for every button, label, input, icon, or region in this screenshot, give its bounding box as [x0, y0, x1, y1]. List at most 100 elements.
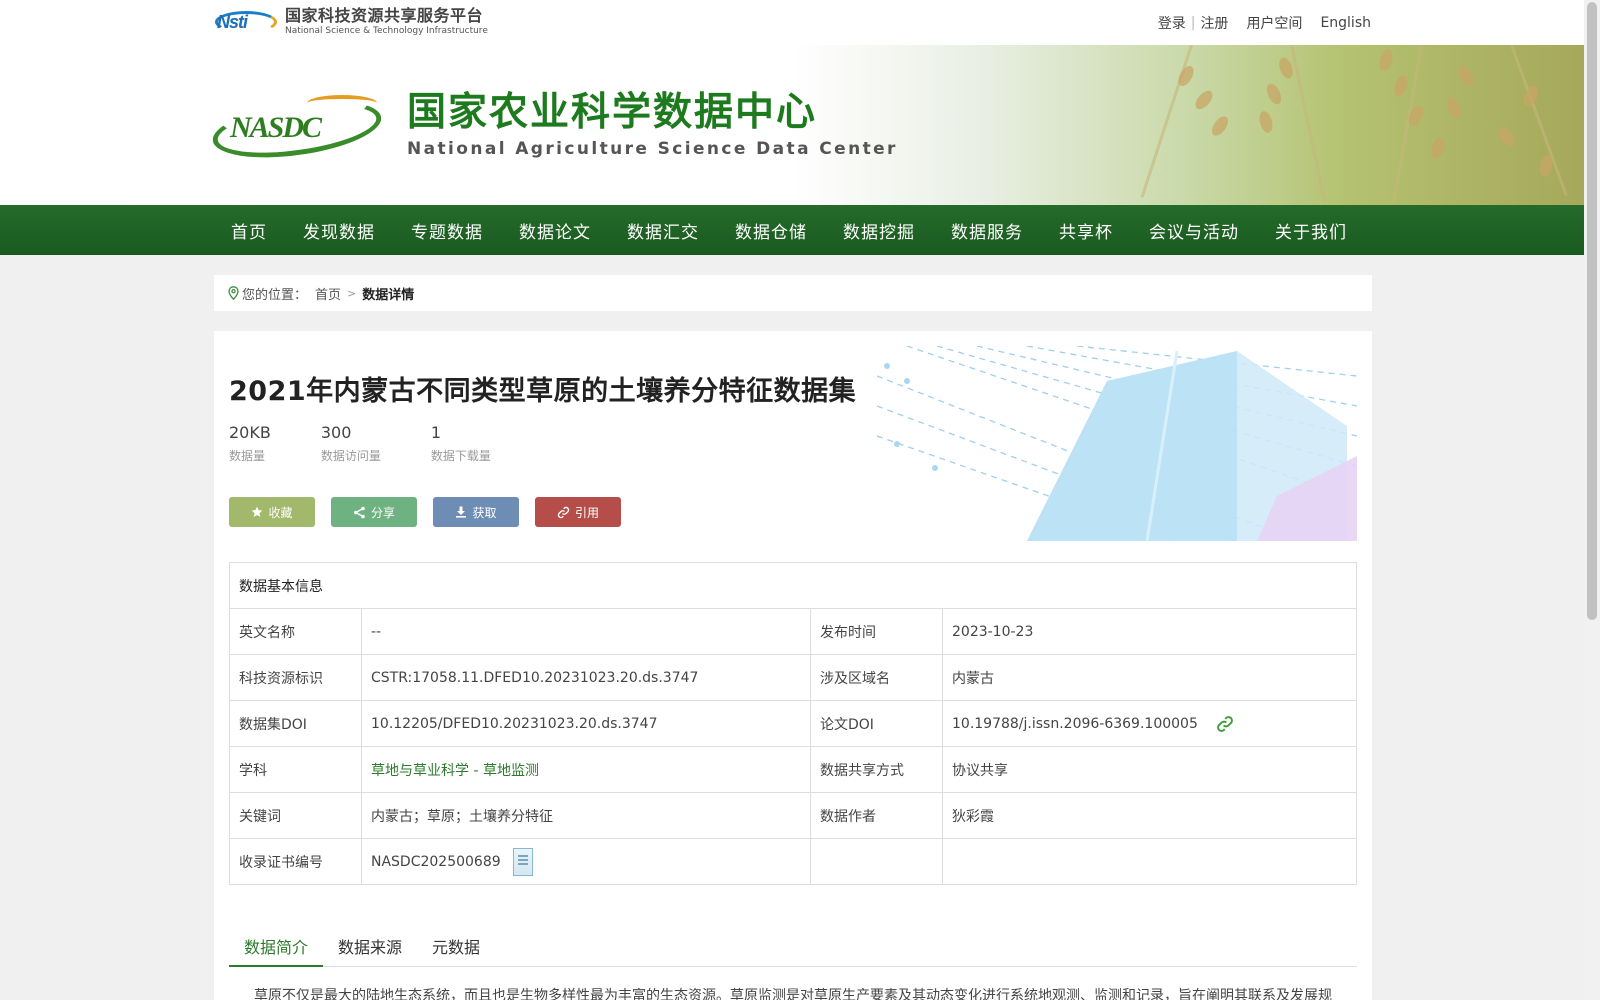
field-label: 涉及区域名 [810, 654, 943, 701]
stat-value: 300 [320, 423, 352, 442]
favorite-button[interactable]: 收藏 [229, 497, 315, 527]
table-row: 科技资源标识 CSTR:17058.11.DFED10.20231023.20.… [229, 654, 1357, 701]
stat-data-size: 20KB 数据量 [229, 423, 271, 464]
nav-item-events[interactable]: 会议与活动 [1131, 218, 1257, 243]
stat-label: 数据量 [229, 449, 266, 463]
table-heading: 数据基本信息 [229, 562, 1357, 609]
center-title-cn: 国家农业科学数据中心 [407, 90, 818, 135]
tab-metadata[interactable]: 元数据 [417, 931, 495, 967]
field-value: 协议共享 [942, 746, 1357, 793]
header-banner: NASDC 国家农业科学数据中心 National Agriculture Sc… [0, 45, 1584, 205]
field-label: 英文名称 [229, 608, 362, 655]
nasdc-logo-text: NASDC [230, 111, 322, 144]
field-value: 狄彩霞 [942, 792, 1357, 839]
field-value [942, 838, 1357, 885]
get-data-button[interactable]: 获取 [433, 497, 519, 527]
nav-item-services[interactable]: 数据服务 [933, 218, 1041, 243]
field-label: 收录证书编号 [229, 838, 362, 885]
nav-item-about[interactable]: 关于我们 [1257, 218, 1365, 243]
cite-label: 引用 [574, 505, 599, 520]
top-links: 登录 | 注册 用户空间 English [1158, 13, 1371, 33]
share-icon [353, 506, 365, 518]
field-value: CSTR:17058.11.DFED10.20231023.20.ds.3747 [361, 654, 811, 701]
certificate-icon[interactable] [513, 847, 534, 876]
table-row: 数据集DOI 10.12205/DFED10.20231023.20.ds.37… [229, 700, 1357, 747]
download-icon [456, 506, 467, 518]
platform-name-cn: 国家科技资源共享服务平台 [285, 6, 484, 25]
nav-item-papers[interactable]: 数据论文 [501, 218, 609, 243]
tab-source[interactable]: 数据来源 [323, 931, 417, 967]
detail-tabs: 数据简介 数据来源 元数据 [229, 931, 1357, 967]
dataset-card: 2021年内蒙古不同类型草原的土壤养分特征数据集 20KB 数据量 300 数据… [214, 331, 1372, 1000]
location-pin-icon [228, 286, 239, 300]
table-row: 收录证书编号 NASDC202500689 [229, 838, 1357, 885]
field-value: 内蒙古；草原；土壤养分特征 [361, 792, 811, 839]
dataset-stats: 20KB 数据量 300 数据访问量 1 数据下载量 [229, 423, 541, 464]
table-row: 学科 草地与草业科学 - 草地监测 数据共享方式 协议共享 [229, 746, 1357, 793]
field-value: 内蒙古 [942, 654, 1357, 701]
user-space-link[interactable]: 用户空间 [1246, 13, 1302, 33]
breadcrumb-home-link[interactable]: 首页 [315, 284, 341, 303]
nasdc-logo[interactable]: NASDC [209, 91, 385, 167]
top-bar: Nsti 国家科技资源共享服务平台 National Science & Tec… [0, 0, 1584, 45]
field-label: 科技资源标识 [229, 654, 362, 701]
stat-value: 1 [430, 423, 442, 442]
link-divider: | [1190, 15, 1196, 31]
certificate-cell: NASDC202500689 [361, 838, 811, 885]
stat-label: 数据下载量 [430, 449, 491, 463]
english-link[interactable]: English [1320, 15, 1371, 31]
stat-downloads: 1 数据下载量 [431, 423, 491, 464]
field-label: 数据共享方式 [810, 746, 943, 793]
nav-item-repository[interactable]: 数据仓储 [717, 218, 825, 243]
tab-summary[interactable]: 数据简介 [229, 931, 324, 967]
field-label: 学科 [229, 746, 362, 793]
nav-item-discover[interactable]: 发现数据 [285, 218, 393, 243]
register-link[interactable]: 注册 [1200, 13, 1228, 33]
table-row: 关键词 内蒙古；草原；土壤养分特征 数据作者 狄彩霞 [229, 792, 1357, 839]
certificate-number: NASDC202500689 [371, 853, 501, 870]
table-header-row: 数据基本信息 [229, 562, 1357, 609]
table-row: 英文名称 -- 发布时间 2023-10-23 [229, 608, 1357, 655]
field-label: 关键词 [229, 792, 362, 839]
paper-doi-cell: 10.19788/j.issn.2096-6369.100005 [942, 700, 1357, 747]
stat-visits: 300 数据访问量 [321, 423, 381, 464]
breadcrumb: 您的位置： 首页 > 数据详情 [214, 275, 1372, 311]
nav-item-cup[interactable]: 共享杯 [1041, 218, 1131, 243]
platform-name-en: National Science & Technology Infrastruc… [285, 26, 488, 36]
subject-cell: 草地与草业科学 - 草地监测 [361, 746, 811, 793]
nav-item-topics[interactable]: 专题数据 [393, 218, 501, 243]
get-data-label: 获取 [472, 505, 497, 520]
dataset-description: 草原不仅是最大的陆地生态系统，而且也是生物多样性最为丰富的生态资源。草原监测是对… [254, 988, 1332, 1000]
external-link-icon[interactable] [1216, 715, 1234, 733]
cite-button[interactable]: 引用 [535, 497, 621, 527]
field-label [810, 838, 943, 885]
field-label: 论文DOI [810, 700, 943, 747]
share-button[interactable]: 分享 [331, 497, 417, 527]
center-title: 国家农业科学数据中心 National Agriculture Science … [407, 90, 898, 159]
paper-doi-value: 10.19788/j.issn.2096-6369.100005 [952, 715, 1198, 732]
field-label: 数据集DOI [229, 700, 362, 747]
subject-link[interactable]: 草地与草业科学 - 草地监测 [371, 763, 539, 779]
link-icon [557, 506, 570, 518]
field-label: 数据作者 [810, 792, 943, 839]
nav-item-home[interactable]: 首页 [213, 218, 285, 243]
center-title-en: National Agriculture Science Data Center [407, 138, 898, 159]
nav-item-mining[interactable]: 数据挖掘 [825, 218, 933, 243]
field-value: 10.12205/DFED10.20231023.20.ds.3747 [361, 700, 811, 747]
chevron-right-icon: > [347, 286, 357, 300]
scrollbar-thumb[interactable] [1587, 2, 1597, 620]
field-value: -- [361, 608, 811, 655]
stat-value: 20KB [229, 423, 271, 442]
data-cube-illustration [877, 346, 1357, 541]
main-nav: 首页 发现数据 专题数据 数据论文 数据汇交 数据仓储 数据挖掘 数据服务 共享… [0, 205, 1584, 255]
wheat-icon [307, 95, 377, 111]
dataset-title: 2021年内蒙古不同类型草原的土壤养分特征数据集 [229, 376, 857, 407]
nav-item-submission[interactable]: 数据汇交 [609, 218, 717, 243]
star-icon [252, 506, 263, 517]
action-buttons: 收藏 分享 获取 引用 [229, 497, 637, 527]
field-label: 发布时间 [810, 608, 943, 655]
login-link[interactable]: 登录 [1158, 13, 1186, 33]
nsti-logo-text: Nsti [217, 12, 248, 32]
breadcrumb-prefix: 您的位置： [242, 287, 308, 303]
nsti-logo[interactable]: Nsti 国家科技资源共享服务平台 National Science & Tec… [213, 8, 488, 36]
